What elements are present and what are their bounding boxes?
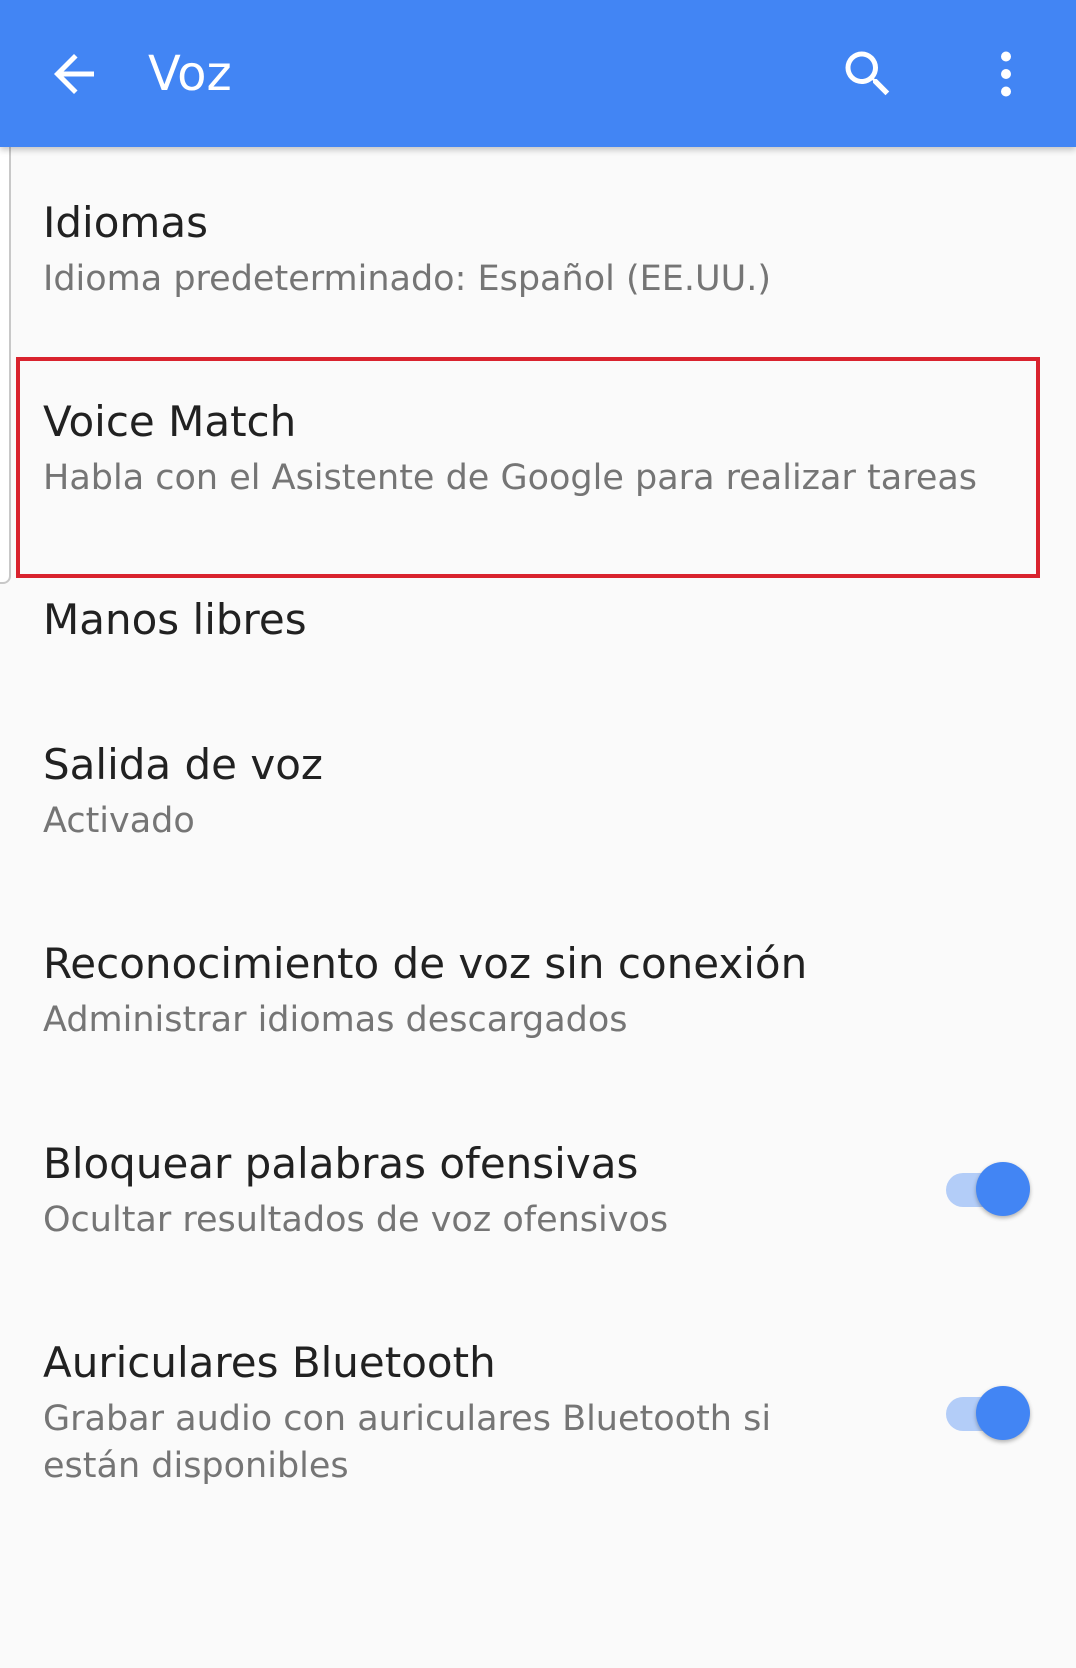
toggle-thumb: [976, 1386, 1030, 1440]
setting-title: Reconocimiento de voz sin conexión: [43, 939, 808, 988]
setting-subtitle-line2: están disponibles: [43, 1446, 349, 1486]
setting-auriculares-bluetooth[interactable]: Auriculares Bluetooth Grabar audio con a…: [0, 1320, 1076, 1520]
page-title: Voz: [148, 46, 232, 102]
setting-salida-de-voz[interactable]: Salida de voz Activado: [0, 720, 1076, 920]
app-bar: Voz: [0, 0, 1076, 147]
setting-manos-libres[interactable]: Manos libres: [0, 580, 1076, 720]
setting-bloquear-palabras[interactable]: Bloquear palabras ofensivas Ocultar resu…: [0, 1120, 1076, 1320]
setting-subtitle: Idioma predeterminado: Español (EE.UU.): [43, 259, 771, 299]
toggle-switch[interactable]: [946, 1386, 1030, 1442]
setting-title: Bloquear palabras ofensivas: [43, 1139, 639, 1188]
arrow-back-icon[interactable]: [44, 44, 104, 104]
setting-subtitle: Habla con el Asistente de Google para re…: [43, 458, 978, 498]
setting-title: Salida de voz: [43, 740, 323, 789]
setting-subtitle: Administrar idiomas descargados: [43, 1000, 628, 1040]
setting-subtitle: Ocultar resultados de voz ofensivos: [43, 1200, 669, 1240]
setting-reconocimiento-offline[interactable]: Reconocimiento de voz sin conexión Admin…: [0, 920, 1076, 1120]
setting-title: Voice Match: [43, 397, 297, 446]
setting-idiomas[interactable]: Idiomas Idioma predeterminado: Español (…: [0, 150, 1076, 350]
toggle-thumb: [976, 1162, 1030, 1216]
more-vert-icon[interactable]: [976, 44, 1036, 104]
setting-subtitle: Grabar audio con auriculares Bluetooth s…: [43, 1399, 772, 1439]
drawer-edge: [0, 128, 11, 584]
setting-title: Auriculares Bluetooth: [43, 1338, 496, 1387]
setting-voice-match[interactable]: Voice Match Habla con el Asistente de Go…: [0, 350, 1076, 580]
toggle-switch[interactable]: [946, 1162, 1030, 1218]
setting-subtitle: Activado: [43, 801, 195, 841]
setting-title: Manos libres: [43, 595, 307, 644]
setting-title: Idiomas: [43, 198, 208, 247]
search-icon[interactable]: [838, 44, 898, 104]
